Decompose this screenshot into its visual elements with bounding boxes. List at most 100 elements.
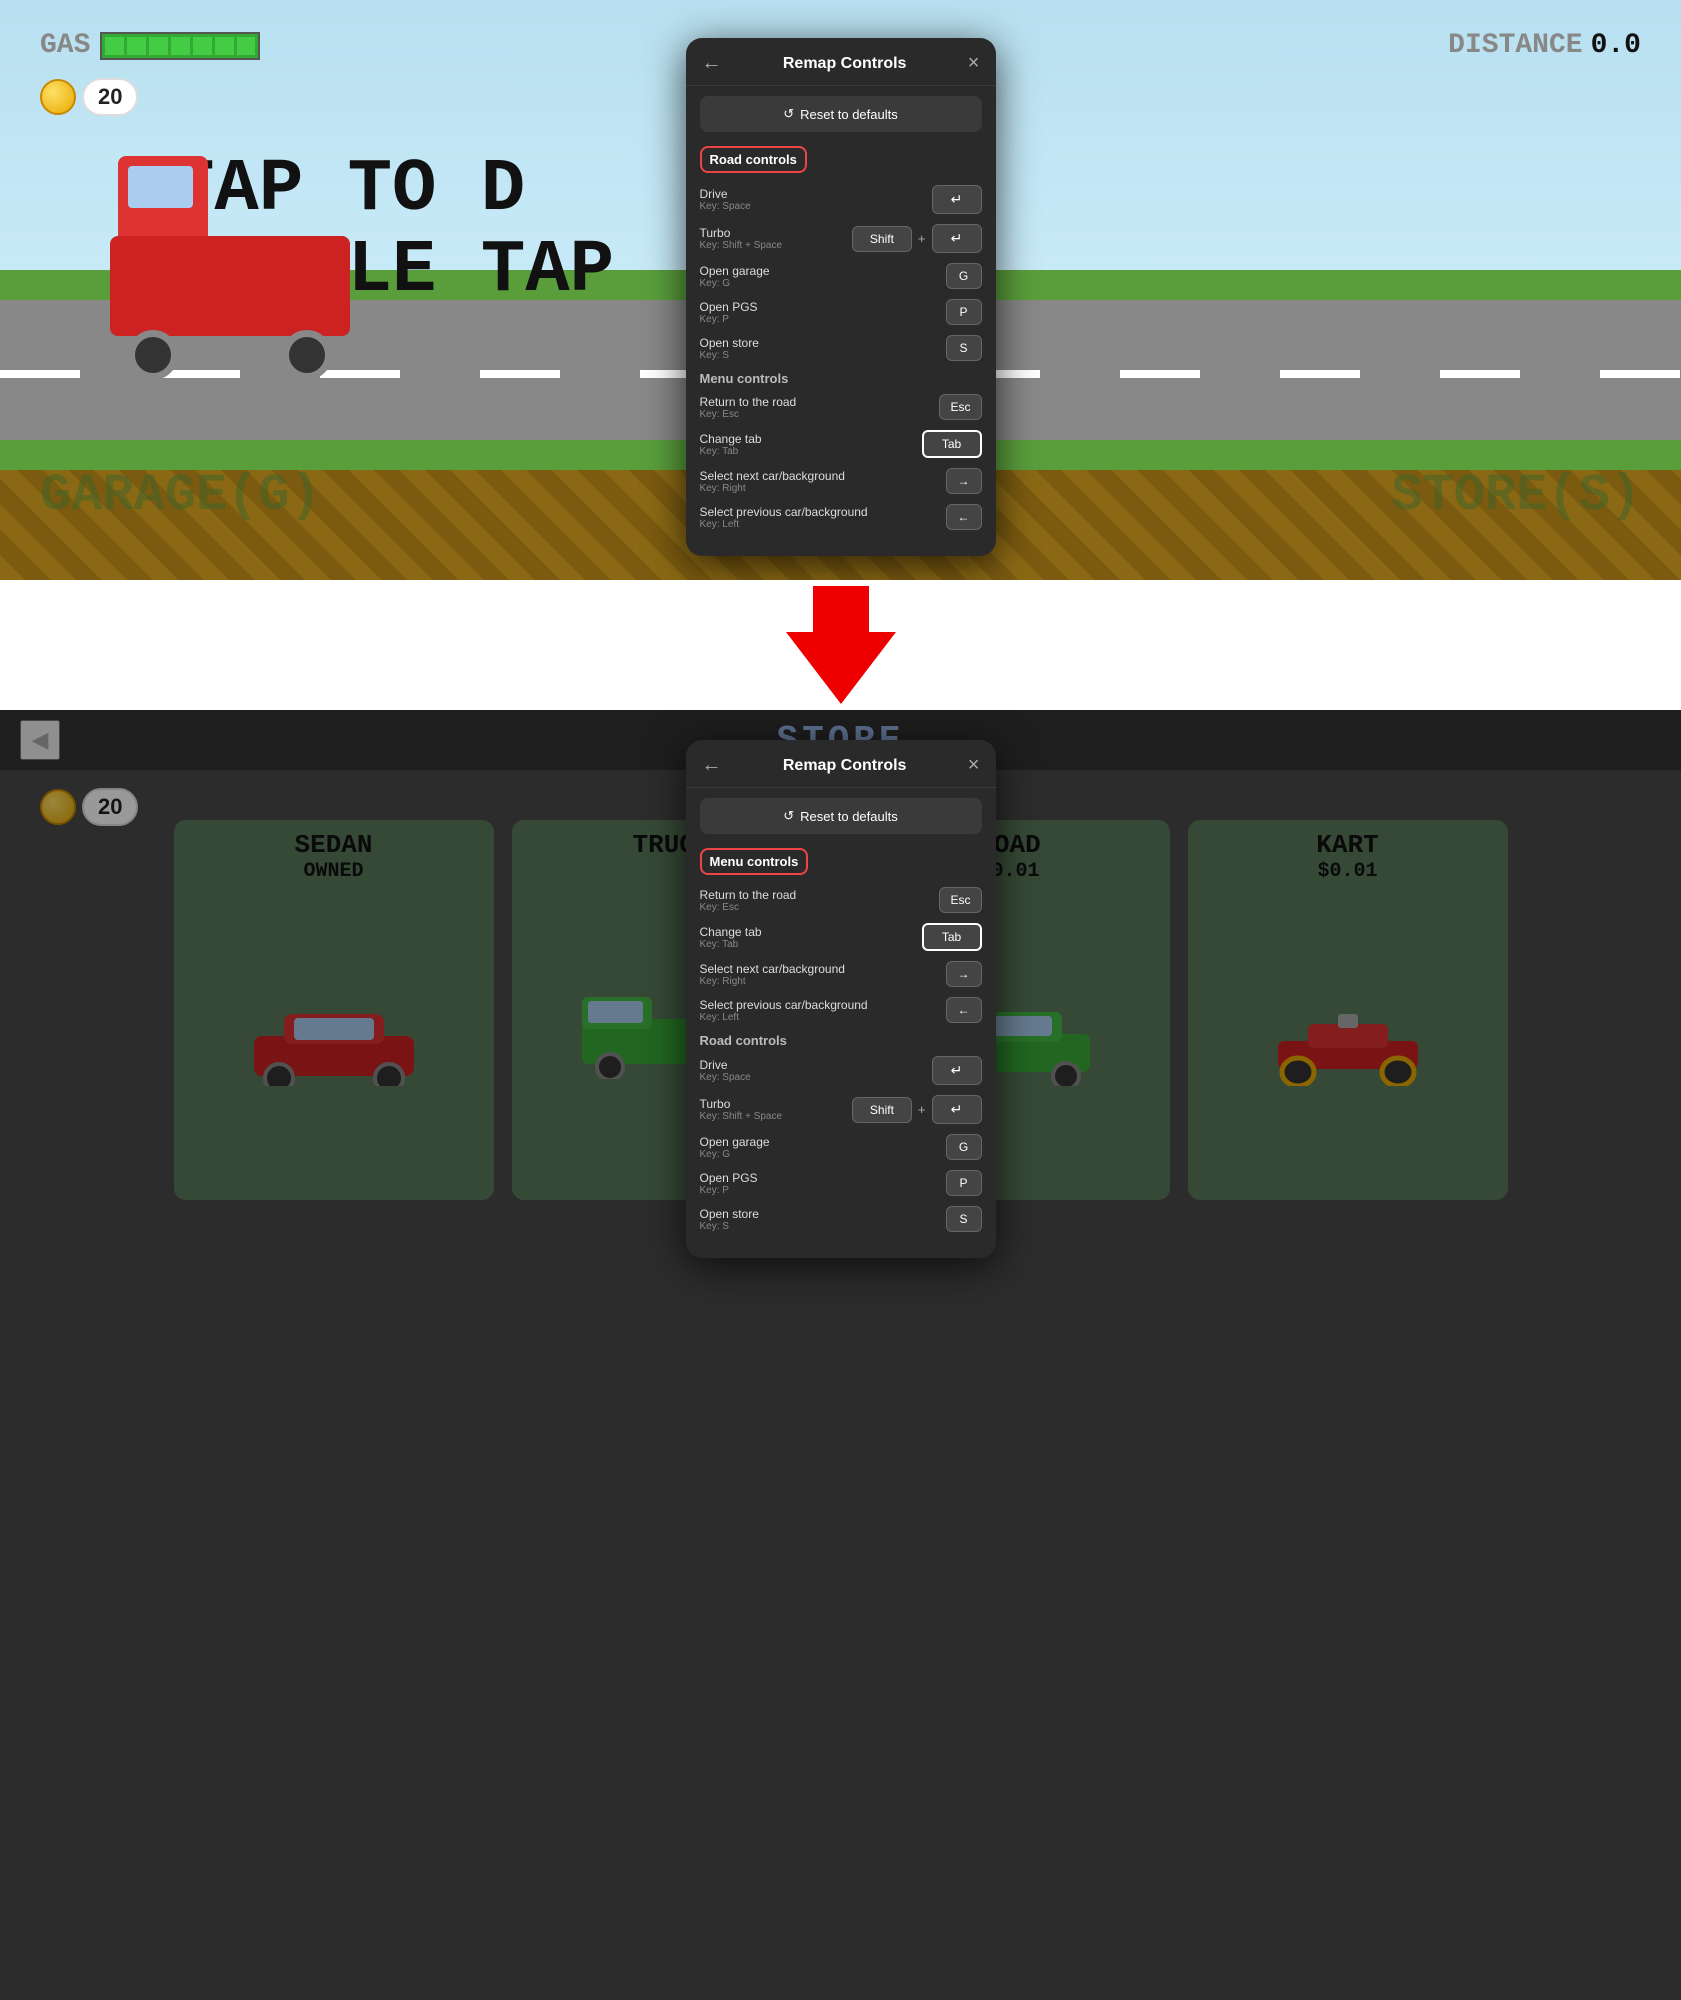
bottom-turbo-key-shift[interactable]: Shift xyxy=(852,1097,912,1123)
arrow-section xyxy=(0,580,1681,710)
bottom-garage-hint: Key: G xyxy=(700,1149,770,1160)
bottom-reset-icon: ↺ xyxy=(783,808,794,824)
bottom-control-changetab: Change tab Key: Tab Tab xyxy=(700,923,982,951)
bottom-control-prev: Select previous car/background Key: Left… xyxy=(700,997,982,1023)
top-turbo-key-enter[interactable]: ↵ xyxy=(932,224,982,253)
bottom-reset-label: Reset to defaults xyxy=(800,809,898,824)
top-road-section-label: Road controls xyxy=(700,146,807,173)
bottom-next-key[interactable]: → xyxy=(946,961,982,987)
bottom-changetab-hint: Key: Tab xyxy=(700,939,762,950)
arrow-head xyxy=(786,632,896,704)
bottom-modal-back-button[interactable]: ← xyxy=(702,754,722,777)
arrow-stem xyxy=(813,586,869,632)
top-prev-key[interactable]: ← xyxy=(946,504,982,530)
top-changetab-key[interactable]: Tab xyxy=(922,430,982,458)
bottom-control-changetab-info: Change tab Key: Tab xyxy=(700,925,762,950)
top-prev-hint: Key: Left xyxy=(700,519,868,530)
top-pgs-key[interactable]: P xyxy=(946,299,982,325)
top-control-changetab: Change tab Key: Tab Tab xyxy=(700,430,982,458)
bottom-control-drive-info: Drive Key: Space xyxy=(700,1058,751,1083)
top-control-store-info: Open store Key: S xyxy=(700,336,759,361)
top-control-return-info: Return to the road Key: Esc xyxy=(700,395,797,420)
bottom-modal-close-button[interactable]: × xyxy=(968,754,980,777)
bottom-pgs-name: Open PGS xyxy=(700,1171,758,1185)
bottom-road-section-header: Road controls xyxy=(700,1033,982,1048)
top-control-prev: Select previous car/background Key: Left… xyxy=(700,504,982,530)
bottom-modal-body: ↺ Reset to defaults Menu controls Return… xyxy=(686,788,996,1258)
bottom-return-key[interactable]: Esc xyxy=(939,887,981,913)
top-control-return: Return to the road Key: Esc Esc xyxy=(700,394,982,420)
top-turbo-name: Turbo xyxy=(700,226,783,240)
top-pgs-hint: Key: P xyxy=(700,314,758,325)
bottom-control-return: Return to the road Key: Esc Esc xyxy=(700,887,982,913)
bottom-garage-key[interactable]: G xyxy=(946,1134,982,1160)
bottom-control-return-info: Return to the road Key: Esc xyxy=(700,888,797,913)
bottom-next-hint: Key: Right xyxy=(700,976,845,987)
bottom-plus-icon: + xyxy=(918,1102,926,1117)
bottom-turbo-key-enter[interactable]: ↵ xyxy=(932,1095,982,1124)
top-garage-hint: Key: G xyxy=(700,278,770,289)
top-modal-close-button[interactable]: × xyxy=(968,52,980,75)
top-next-hint: Key: Right xyxy=(700,483,845,494)
bottom-control-next: Select next car/background Key: Right → xyxy=(700,961,982,987)
bottom-control-pgs: Open PGS Key: P P xyxy=(700,1170,982,1196)
top-modal: ← Remap Controls × ↺ Reset to defaults R… xyxy=(686,38,996,556)
top-modal-back-button[interactable]: ← xyxy=(702,52,722,75)
bottom-prev-hint: Key: Left xyxy=(700,1012,868,1023)
top-store-key[interactable]: S xyxy=(946,335,982,361)
bottom-control-turbo-info: Turbo Key: Shift + Space xyxy=(700,1097,783,1122)
top-store-hint: Key: S xyxy=(700,350,759,361)
bottom-control-pgs-info: Open PGS Key: P xyxy=(700,1171,758,1196)
top-turbo-keys: Shift + ↵ xyxy=(852,224,982,253)
top-control-garage-info: Open garage Key: G xyxy=(700,264,770,289)
top-control-drive: Drive Key: Space ↵ xyxy=(700,185,982,214)
top-control-garage: Open garage Key: G G xyxy=(700,263,982,289)
bottom-modal: ← Remap Controls × ↺ Reset to defaults M… xyxy=(686,740,996,1258)
top-drive-key[interactable]: ↵ xyxy=(932,185,982,214)
top-garage-key[interactable]: G xyxy=(946,263,982,289)
top-drive-hint: Key: Space xyxy=(700,201,751,212)
top-control-prev-info: Select previous car/background Key: Left xyxy=(700,505,868,530)
top-control-next-info: Select next car/background Key: Right xyxy=(700,469,845,494)
bottom-control-turbo: Turbo Key: Shift + Space Shift + ↵ xyxy=(700,1095,982,1124)
bottom-drive-name: Drive xyxy=(700,1058,751,1072)
top-changetab-name: Change tab xyxy=(700,432,762,446)
top-modal-title: Remap Controls xyxy=(783,55,907,73)
top-next-name: Select next car/background xyxy=(700,469,845,483)
bottom-control-next-info: Select next car/background Key: Right xyxy=(700,962,845,987)
store-screen: ◀ STORE 20 SEDAN OWNED TRUCK xyxy=(0,710,1681,2000)
top-road-section-header: Road controls xyxy=(700,146,982,185)
plus-icon: + xyxy=(918,231,926,246)
top-drive-name: Drive xyxy=(700,187,751,201)
bottom-modal-overlay: ← Remap Controls × ↺ Reset to defaults M… xyxy=(0,710,1681,2000)
top-next-key[interactable]: → xyxy=(946,468,982,494)
top-control-turbo: Turbo Key: Shift + Space Shift + ↵ xyxy=(700,224,982,253)
bottom-store-hint: Key: S xyxy=(700,1221,759,1232)
top-control-changetab-info: Change tab Key: Tab xyxy=(700,432,762,457)
top-reset-button[interactable]: ↺ Reset to defaults xyxy=(700,96,982,132)
top-control-pgs: Open PGS Key: P P xyxy=(700,299,982,325)
bottom-control-drive: Drive Key: Space ↵ xyxy=(700,1056,982,1085)
bottom-menu-section-label: Menu controls xyxy=(700,848,809,875)
top-turbo-key-shift[interactable]: Shift xyxy=(852,226,912,252)
bottom-changetab-name: Change tab xyxy=(700,925,762,939)
top-pgs-name: Open PGS xyxy=(700,300,758,314)
bottom-store-key[interactable]: S xyxy=(946,1206,982,1232)
top-changetab-hint: Key: Tab xyxy=(700,446,762,457)
bottom-store-name: Open store xyxy=(700,1207,759,1221)
top-return-key[interactable]: Esc xyxy=(939,394,981,420)
reset-icon: ↺ xyxy=(783,106,794,122)
bottom-changetab-key[interactable]: Tab xyxy=(922,923,982,951)
bottom-reset-button[interactable]: ↺ Reset to defaults xyxy=(700,798,982,834)
game-screen-top: GAS DISTANCE 0.0 20 TAP TO D DOUBLE TAP xyxy=(0,0,1681,580)
bottom-drive-key[interactable]: ↵ xyxy=(932,1056,982,1085)
top-control-store: Open store Key: S S xyxy=(700,335,982,361)
top-modal-body: ↺ Reset to defaults Road controls Drive … xyxy=(686,86,996,556)
top-return-name: Return to the road xyxy=(700,395,797,409)
bottom-pgs-key[interactable]: P xyxy=(946,1170,982,1196)
top-modal-header: ← Remap Controls × xyxy=(686,38,996,86)
bottom-prev-key[interactable]: ← xyxy=(946,997,982,1023)
bottom-return-hint: Key: Esc xyxy=(700,902,797,913)
bottom-turbo-name: Turbo xyxy=(700,1097,783,1111)
top-turbo-hint: Key: Shift + Space xyxy=(700,240,783,251)
